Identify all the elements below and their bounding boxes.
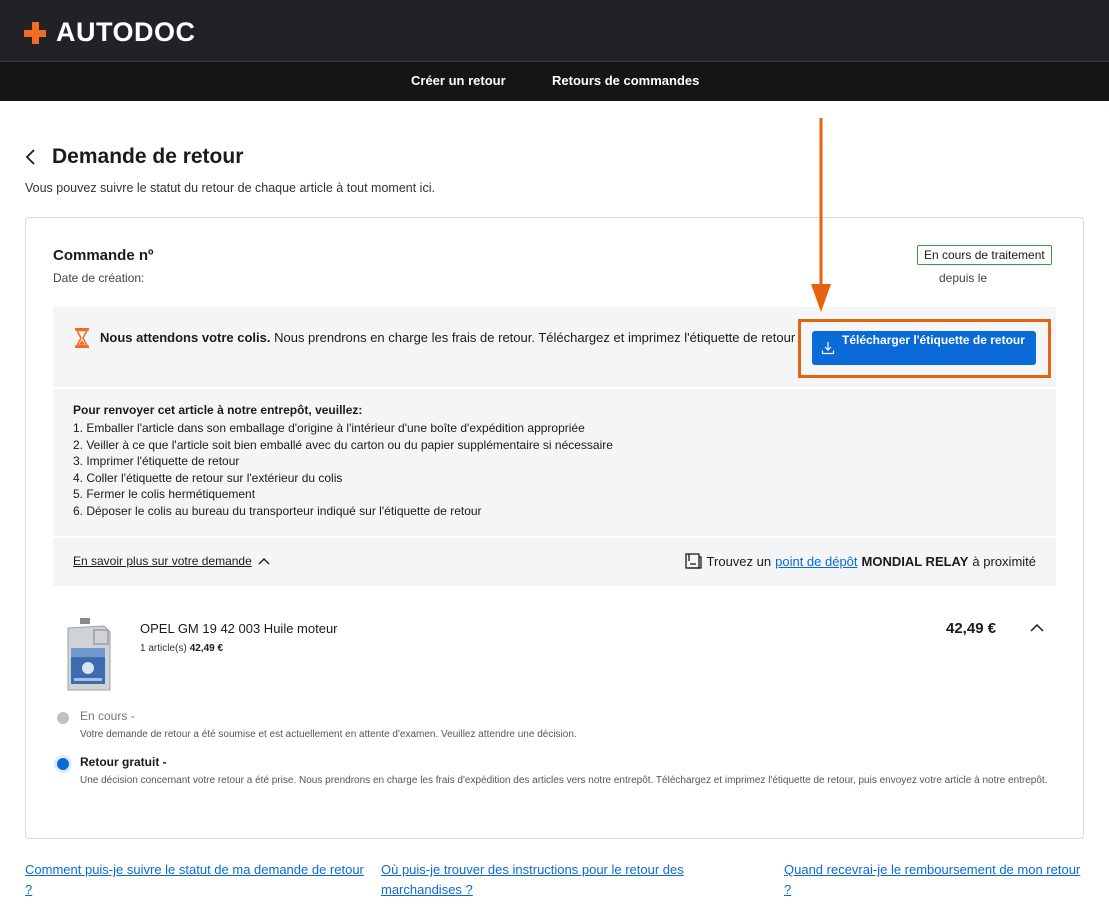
timeline-title-free-return: Retour gratuit -	[80, 755, 167, 769]
download-label-button[interactable]: Télécharger l'étiquette de retour	[812, 331, 1036, 365]
faq-link-track-status[interactable]: Comment puis-je suivre le statut de ma d…	[25, 860, 365, 900]
map-box-icon	[684, 553, 702, 569]
relay-suffix: à proximité	[972, 553, 1036, 569]
download-icon	[821, 342, 835, 355]
quantity-label: 1 article(s)	[140, 643, 187, 654]
page-title: Demande de retour	[52, 145, 244, 168]
back-chevron-icon[interactable]	[25, 144, 45, 170]
relay-finder: Trouvez un point de dépôt MONDIAL RELAY …	[684, 553, 1036, 569]
page-subtitle: Vous pouvez suivre le statut du retour d…	[25, 181, 435, 195]
instructions-title: Pour renvoyer cet article à notre entrep…	[73, 403, 363, 417]
notice-bold: Nous attendons votre colis.	[100, 330, 271, 345]
nav-bar: Créer un retour Retours de commandes	[0, 61, 1109, 101]
instruction-step: 4. Coller l'étiquette de retour sur l'ex…	[73, 470, 343, 485]
status-dot-pending	[57, 712, 69, 724]
product-price: 42,49 €	[946, 620, 997, 637]
instruction-step: 3. Imprimer l'étiquette de retour	[73, 454, 240, 469]
instruction-step: 5. Fermer le colis hermétiquement	[73, 487, 256, 502]
autodoc-logo[interactable]: AUTODOC	[24, 17, 196, 48]
oil-can-image	[67, 618, 111, 691]
status-since: depuis le	[939, 271, 988, 285]
status-dot-free-return	[57, 758, 69, 770]
chevron-up-icon[interactable]	[1029, 622, 1045, 634]
drop-point-link[interactable]: point de dépôt	[775, 554, 857, 569]
timeline-desc-free-return: Une décision concernant votre retour a é…	[80, 775, 1048, 786]
product-quantity: 1 article(s) 42,49 €	[140, 643, 223, 654]
learn-more-toggle[interactable]: En savoir plus sur votre demande	[73, 554, 270, 568]
top-bar: AUTODOC	[0, 0, 1109, 61]
order-creation-date: Date de création:	[53, 271, 145, 285]
instruction-step: 2. Veiller à ce que l'article soit bien …	[73, 437, 613, 452]
notice-text: Nous attendons votre colis. Nous prendro…	[100, 328, 800, 348]
return-request-card: Commande nº Date de création: En cours d…	[25, 217, 1084, 839]
order-number: Commande nº	[53, 247, 154, 264]
timeline-title-pending: En cours -	[80, 709, 135, 723]
logo-text: AUTODOC	[56, 17, 196, 47]
timeline-desc-pending: Votre demande de retour a été soumise et…	[80, 729, 577, 740]
instruction-step: 1. Emballer l'article dans son emballage…	[73, 421, 585, 435]
product-name: OPEL GM 19 42 003 Huile moteur	[140, 621, 338, 636]
instruction-step: 6. Déposer le colis au bureau du transpo…	[73, 503, 482, 518]
nav-order-returns[interactable]: Retours de commandes	[552, 73, 699, 88]
nav-create-return[interactable]: Créer un retour	[411, 73, 506, 88]
chevron-up-icon	[258, 558, 270, 565]
faq-link-refund[interactable]: Quand recevrai-je le remboursement de mo…	[784, 860, 1084, 900]
plus-logo-icon	[24, 21, 46, 44]
notice-body: Nous prendrons en charge les frais de re…	[270, 330, 796, 345]
return-instructions: Pour renvoyer cet article à notre entrep…	[53, 389, 1056, 536]
annotation-arrow	[811, 118, 831, 312]
download-button-label: Télécharger l'étiquette de retour	[842, 333, 1025, 347]
page-header: Demande de retour	[25, 144, 243, 170]
relay-prefix: Trouvez un	[706, 553, 772, 569]
relay-carrier: MONDIAL RELAY	[861, 553, 969, 569]
hourglass-icon	[75, 328, 89, 348]
faq-link-instructions[interactable]: Où puis-je trouver des instructions pour…	[381, 860, 751, 900]
status-badge: En cours de traitement	[917, 245, 1052, 265]
unit-price: 42,49 €	[189, 643, 224, 654]
details-strip: En savoir plus sur votre demande Trouvez…	[53, 538, 1056, 586]
learn-more-label: En savoir plus sur votre demande	[73, 554, 252, 568]
